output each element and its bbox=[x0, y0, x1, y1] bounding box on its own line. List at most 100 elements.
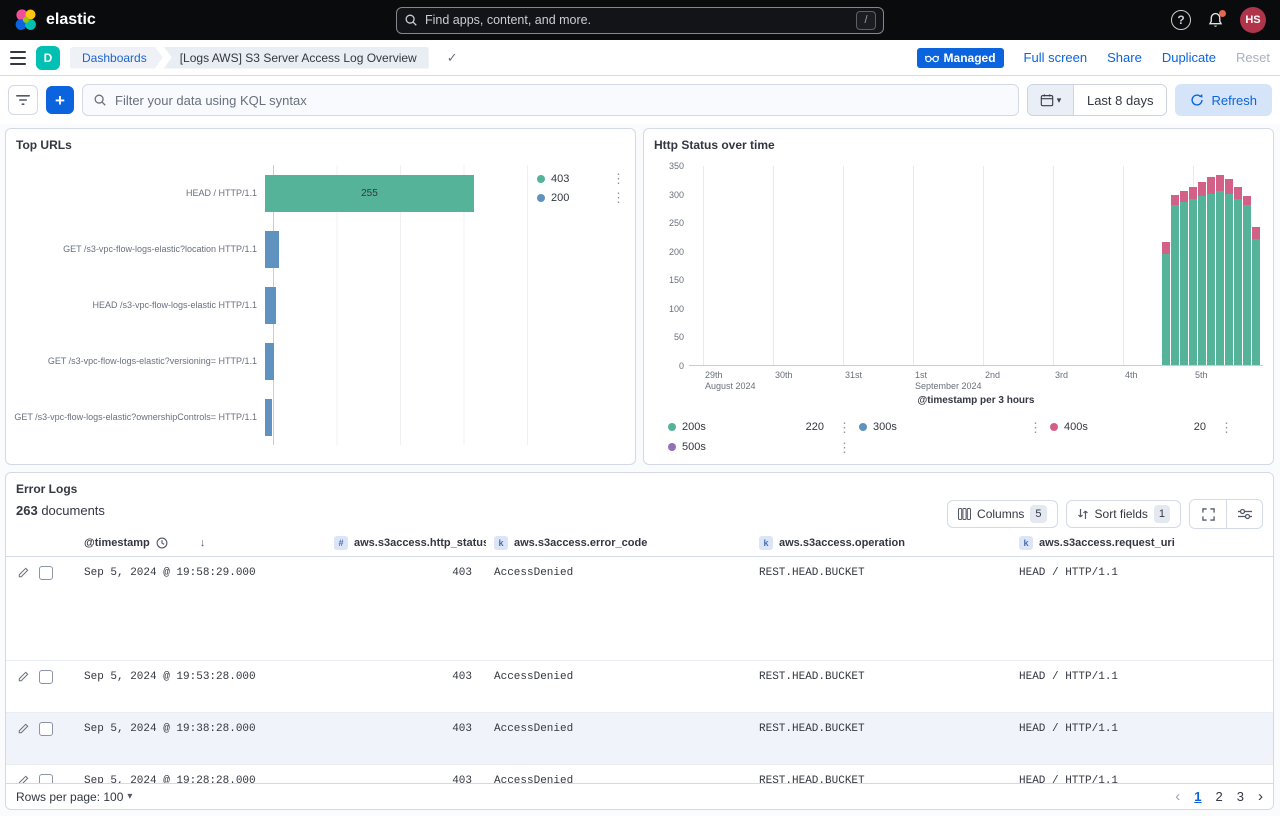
stacked-bar[interactable] bbox=[1225, 179, 1233, 365]
legend-item-300s[interactable]: 300s ⋮ bbox=[859, 417, 1050, 437]
legend-item-400s[interactable]: 400s 20 ⋮ bbox=[1050, 417, 1241, 437]
page-button-1[interactable]: 1 bbox=[1194, 789, 1201, 804]
columns-button[interactable]: Columns 5 bbox=[947, 500, 1057, 528]
stacked-bar[interactable] bbox=[1207, 177, 1215, 365]
legend-item-403[interactable]: 403 ⋮ bbox=[537, 169, 625, 188]
page-button-2[interactable]: 2 bbox=[1216, 789, 1223, 804]
filter-menu-button[interactable] bbox=[8, 85, 38, 115]
global-search-input[interactable] bbox=[425, 13, 849, 27]
bar[interactable]: 255 bbox=[265, 175, 474, 212]
fullscreen-grid-button[interactable] bbox=[1190, 500, 1226, 528]
rows-per-page-button[interactable]: Rows per page: 100 ▾ bbox=[16, 790, 132, 804]
legend-menu-icon[interactable]: ⋮ bbox=[612, 191, 625, 204]
legend-swatch bbox=[1050, 423, 1058, 431]
expand-row-icon[interactable] bbox=[18, 670, 30, 682]
breadcrumb-dashboards[interactable]: Dashboards bbox=[70, 47, 163, 69]
duplicate-button[interactable]: Duplicate bbox=[1162, 50, 1216, 65]
column-header-timestamp[interactable]: @timestamp↓ bbox=[76, 529, 326, 556]
legend-item-200s[interactable]: 200s 220 ⋮ bbox=[668, 417, 859, 437]
y-tick-label: 100 bbox=[646, 304, 684, 314]
bar-row: GET /s3-vpc-flow-logs-elastic?location H… bbox=[6, 221, 635, 277]
full-screen-button[interactable]: Full screen bbox=[1024, 50, 1088, 65]
table-row[interactable]: Sep 5, 2024 @ 19:53:28.000403AccessDenie… bbox=[6, 661, 1273, 713]
breadcrumb-current-dashboard[interactable]: [Logs AWS] S3 Server Access Log Overview bbox=[164, 47, 429, 69]
bar[interactable] bbox=[265, 287, 276, 324]
global-search[interactable]: / bbox=[396, 7, 884, 34]
add-filter-button[interactable]: + bbox=[46, 86, 74, 114]
legend-menu-icon[interactable]: ⋮ bbox=[1220, 421, 1233, 434]
row-checkbox[interactable] bbox=[39, 566, 53, 580]
http-status-panel[interactable]: Http Status over time @timestamp per 3 h… bbox=[643, 128, 1274, 465]
stacked-bar[interactable] bbox=[1243, 196, 1251, 365]
stacked-bar[interactable] bbox=[1162, 242, 1170, 365]
breadcrumb: Dashboards [Logs AWS] S3 Server Access L… bbox=[70, 47, 429, 69]
column-header-error_code[interactable]: kaws.s3access.error_code bbox=[486, 529, 751, 556]
legend-item-200[interactable]: 200 ⋮ bbox=[537, 188, 625, 207]
legend-menu-icon[interactable]: ⋮ bbox=[838, 421, 851, 434]
top-urls-panel[interactable]: Top URLs HEAD / HTTP/1.1255GET /s3-vpc-f… bbox=[5, 128, 636, 465]
menu-icon[interactable] bbox=[10, 51, 26, 65]
segment-400s bbox=[1252, 227, 1260, 240]
gridline bbox=[983, 166, 984, 365]
sort-fields-button[interactable]: Sort fields 1 bbox=[1066, 500, 1181, 528]
legend-label: 200s bbox=[682, 421, 706, 433]
gridline bbox=[1053, 166, 1054, 365]
managed-badge[interactable]: Managed bbox=[917, 48, 1004, 68]
legend-swatch bbox=[859, 423, 867, 431]
legend-menu-icon[interactable]: ⋮ bbox=[838, 441, 851, 454]
bar[interactable] bbox=[265, 399, 272, 436]
elastic-logo[interactable]: elastic bbox=[14, 8, 96, 32]
bar-track bbox=[265, 221, 635, 277]
gridline bbox=[773, 166, 774, 365]
kql-input[interactable] bbox=[115, 93, 1008, 108]
stacked-bar[interactable] bbox=[1171, 195, 1179, 365]
kql-search-field[interactable] bbox=[82, 84, 1019, 116]
space-avatar[interactable]: D bbox=[36, 46, 60, 70]
refresh-button[interactable]: Refresh bbox=[1175, 84, 1272, 116]
page-button-3[interactable]: 3 bbox=[1237, 789, 1244, 804]
y-tick-label: 50 bbox=[646, 332, 684, 342]
reset-button[interactable]: Reset bbox=[1236, 50, 1270, 65]
stacked-bar[interactable] bbox=[1180, 191, 1188, 365]
x-tick-label: 1stSeptember 2024 bbox=[915, 370, 982, 392]
next-page-button[interactable]: › bbox=[1258, 788, 1263, 805]
refresh-icon bbox=[1190, 93, 1204, 107]
share-button[interactable]: Share bbox=[1107, 50, 1142, 65]
stacked-bar[interactable] bbox=[1189, 187, 1197, 365]
row-checkbox[interactable] bbox=[39, 774, 53, 783]
search-icon bbox=[93, 93, 107, 107]
bar[interactable] bbox=[265, 231, 279, 268]
bar[interactable] bbox=[265, 343, 274, 380]
expand-row-icon[interactable] bbox=[18, 774, 30, 783]
stacked-bar[interactable] bbox=[1198, 182, 1206, 365]
y-tick-label: 150 bbox=[646, 275, 684, 285]
stacked-bar[interactable] bbox=[1252, 227, 1260, 365]
time-range-button[interactable]: Last 8 days bbox=[1074, 85, 1167, 115]
legend-menu-icon[interactable]: ⋮ bbox=[612, 172, 625, 185]
rows-per-page-label: Rows per page: 100 bbox=[16, 790, 123, 804]
stacked-bar[interactable] bbox=[1234, 187, 1242, 365]
column-header-operation[interactable]: kaws.s3access.operation bbox=[751, 529, 1011, 556]
table-row[interactable]: Sep 5, 2024 @ 19:58:29.000403AccessDenie… bbox=[6, 557, 1273, 661]
row-checkbox[interactable] bbox=[39, 670, 53, 684]
expand-row-icon[interactable] bbox=[18, 566, 30, 578]
calendar-button[interactable]: ▾ bbox=[1028, 85, 1074, 115]
help-icon[interactable]: ? bbox=[1171, 10, 1191, 30]
table-row[interactable]: Sep 5, 2024 @ 19:28:28.000403AccessDenie… bbox=[6, 765, 1273, 783]
legend-item-500s[interactable]: 500s ⋮ bbox=[668, 437, 859, 457]
previous-page-button[interactable]: ‹ bbox=[1175, 788, 1180, 805]
date-picker-group: ▾ Last 8 days bbox=[1027, 84, 1168, 116]
cell-operation: REST.HEAD.BUCKET bbox=[751, 661, 1011, 712]
column-header-http_status[interactable]: #aws.s3access.http_status bbox=[326, 529, 486, 556]
expand-row-icon[interactable] bbox=[18, 722, 30, 734]
column-header-request_uri[interactable]: kaws.s3access.request_uri bbox=[1011, 529, 1273, 556]
header-controls-cell bbox=[6, 529, 76, 556]
notifications-bell-icon[interactable] bbox=[1207, 12, 1224, 29]
row-checkbox[interactable] bbox=[39, 722, 53, 736]
avatar[interactable]: HS bbox=[1240, 7, 1266, 33]
table-row[interactable]: Sep 5, 2024 @ 19:38:28.000403AccessDenie… bbox=[6, 713, 1273, 765]
legend-menu-icon[interactable]: ⋮ bbox=[1029, 421, 1042, 434]
stacked-bar[interactable] bbox=[1216, 175, 1224, 365]
display-options-button[interactable] bbox=[1226, 500, 1262, 528]
error-logs-panel[interactable]: Error Logs 263 documents Columns 5 Sort … bbox=[5, 472, 1274, 810]
